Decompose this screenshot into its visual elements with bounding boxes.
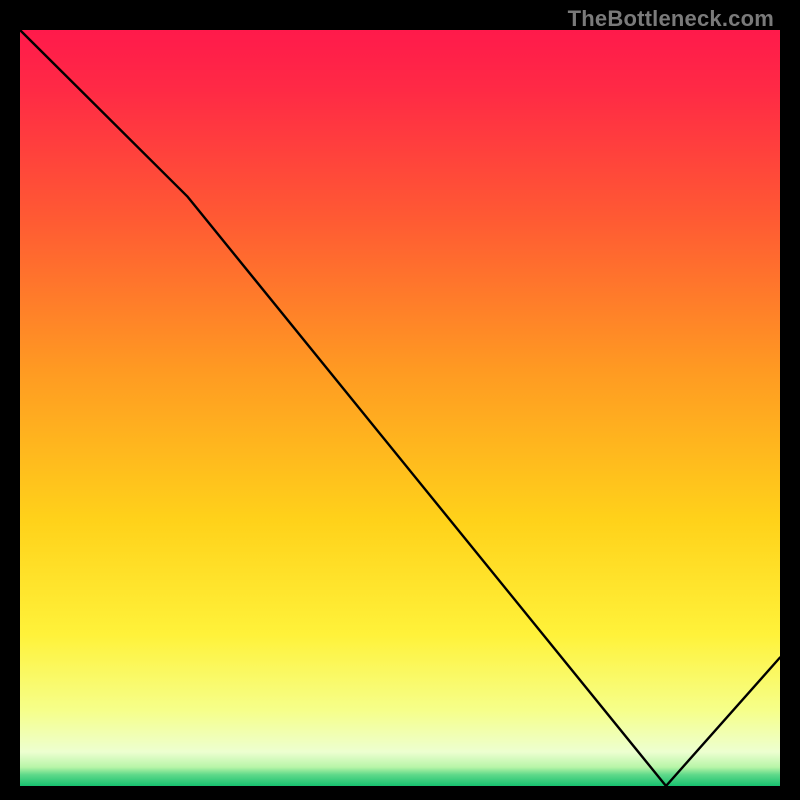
watermark-text: TheBottleneck.com bbox=[568, 6, 774, 32]
chart-area bbox=[20, 30, 780, 786]
chart-svg bbox=[20, 30, 780, 786]
